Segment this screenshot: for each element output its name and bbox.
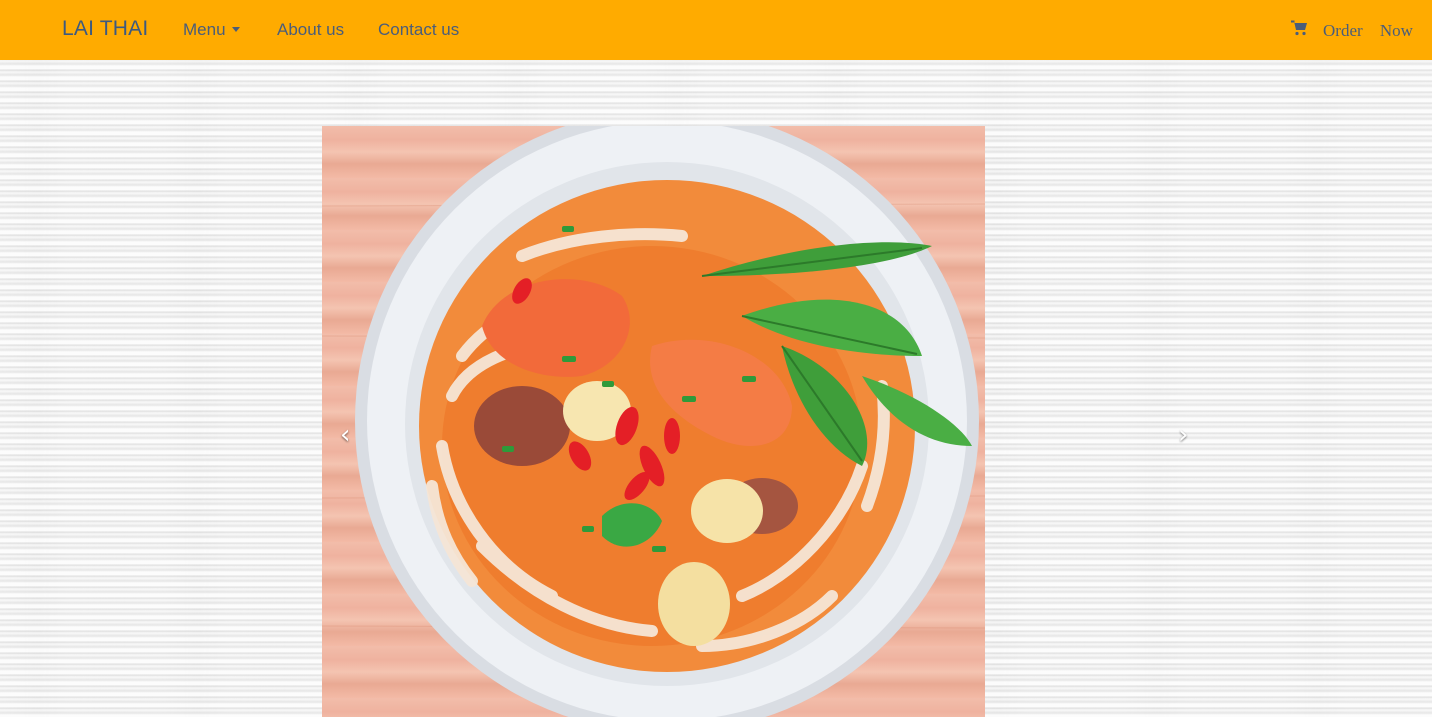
carousel-prev-button[interactable]: ‹ [340, 420, 350, 450]
order-now-link[interactable]: Order Now [1323, 21, 1413, 41]
brand-logo-link[interactable]: LAI THAI [62, 17, 148, 41]
shopping-cart-icon[interactable] [1290, 19, 1308, 37]
image-carousel: ‹ › [0, 60, 1432, 717]
carousel-next-button[interactable]: › [1178, 420, 1188, 450]
top-navbar: LAI THAI Menu About us Contact us Order … [0, 0, 1432, 60]
nav-menu-label: Menu [183, 20, 226, 39]
nav-menu-dropdown[interactable]: Menu [183, 20, 240, 40]
noodle-soup-photo [322, 126, 985, 717]
caret-down-icon [231, 27, 240, 32]
nav-about-us-link[interactable]: About us [277, 20, 344, 40]
nav-contact-us-link[interactable]: Contact us [378, 20, 459, 40]
